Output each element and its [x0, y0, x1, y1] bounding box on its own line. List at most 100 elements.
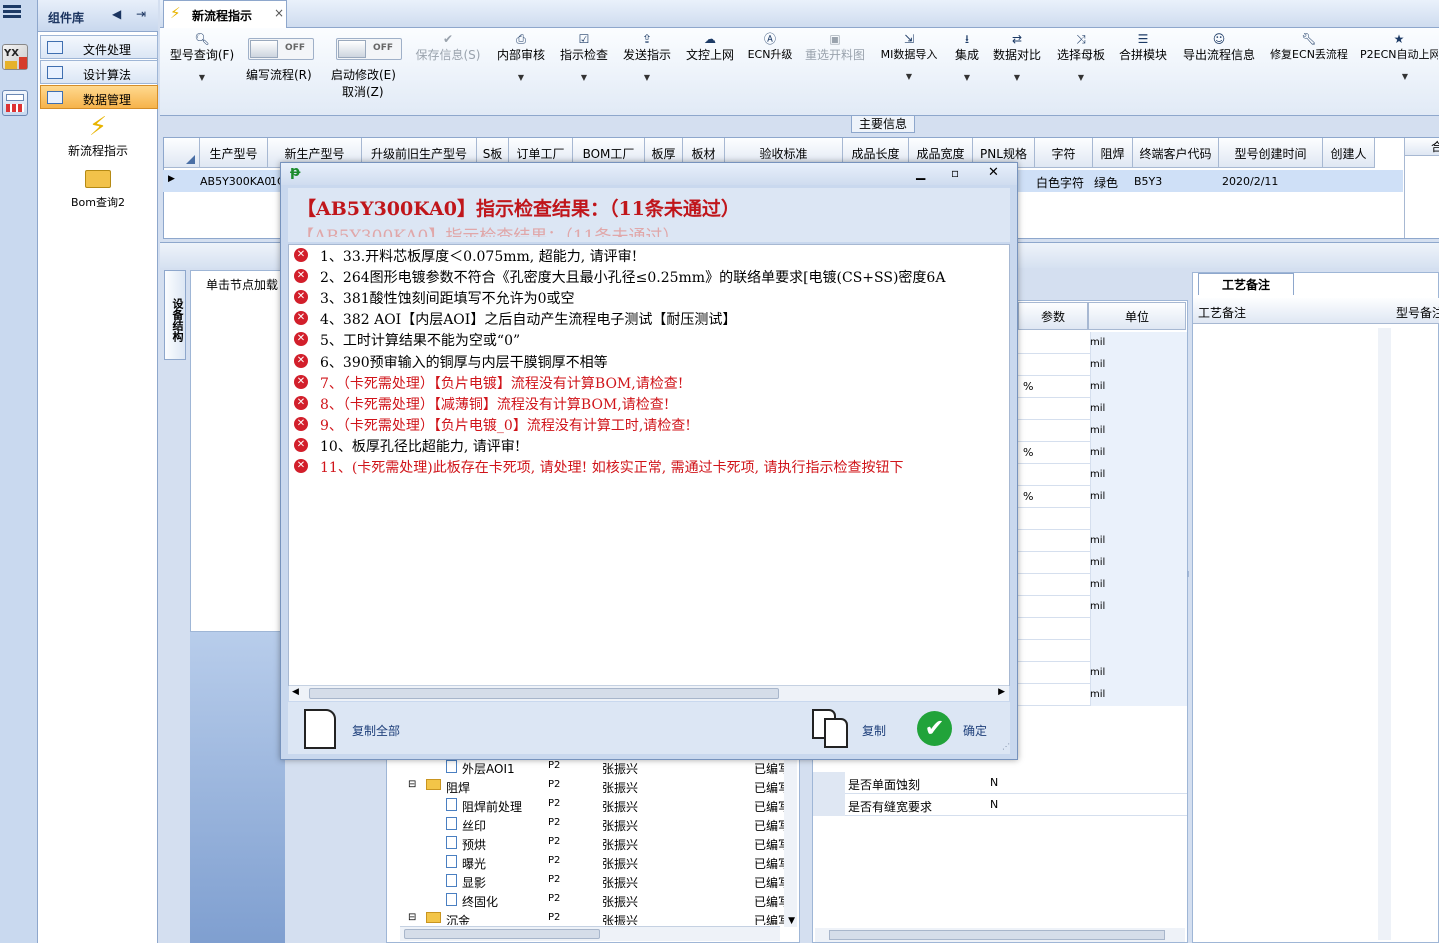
nav-item-design[interactable]: 设计算法	[40, 60, 158, 84]
col-header[interactable]: 终端客户代码	[1133, 138, 1219, 168]
hamburger-menu-icon[interactable]	[3, 5, 21, 19]
chevron-down-icon[interactable]: ▼	[620, 73, 674, 82]
tree-row[interactable]: 外层AOI1 P2 张振兴 已编写	[390, 759, 790, 778]
main-info-tab[interactable]: 主要信息	[851, 115, 915, 133]
col-header[interactable]: 阻焊	[1093, 138, 1133, 168]
notes-vscroll[interactable]	[1378, 328, 1391, 940]
cell-legend[interactable]: 白色字符	[1036, 174, 1084, 191]
chevron-down-icon[interactable]: ▼	[990, 73, 1044, 82]
collapse-left-icon[interactable]: ◀	[112, 7, 121, 21]
tree-toggle-icon[interactable]: ⊟	[408, 779, 416, 790]
col-header-process-note[interactable]: 工艺备注	[1198, 304, 1246, 321]
minimize-icon[interactable]: ▁	[916, 166, 925, 180]
cell-solder-mask[interactable]: 绿色	[1094, 174, 1118, 191]
save-info-button[interactable]: ✔ 保存信息(S)	[414, 32, 482, 63]
chevron-down-icon[interactable]: ▼	[876, 72, 942, 81]
splitter-handle-icon[interactable]: ⁝	[1187, 570, 1190, 579]
export-flow-button[interactable]: ☺ 导出流程信息	[1180, 32, 1258, 63]
chevron-down-icon[interactable]: ▼	[1360, 72, 1438, 81]
model-query-button[interactable]: 🔍︎ 型号查询(F) ▼	[168, 32, 236, 82]
tree-toggle-icon[interactable]: ⊟	[408, 912, 416, 923]
result-item[interactable]: ✕ 9、（卡死需处理）【负片电镀_0】流程没有计算工时,请检查!	[292, 414, 1008, 435]
select-motherboard-button[interactable]: ⤨ 选择母板 ▼	[1054, 32, 1108, 82]
tree-row[interactable]: 曝光 P2 张振兴 已编写	[390, 854, 790, 873]
col-header-param[interactable]: 参数	[1018, 302, 1088, 330]
chevron-down-icon[interactable]: ▼	[556, 73, 612, 82]
col-header-unit[interactable]: 单位	[1088, 302, 1186, 330]
cell-model[interactable]: AB5Y300KA0	[200, 175, 271, 188]
scroll-thumb[interactable]	[404, 929, 600, 939]
tree-row[interactable]: 阻焊前处理 P2 张振兴 已编写	[390, 797, 790, 816]
col-header[interactable]: 生产型号	[200, 138, 268, 168]
dialog-title-bar[interactable]	[281, 163, 1017, 185]
ecn-upgrade-button[interactable]: Ⓐ ECN升级	[744, 32, 796, 62]
calculator-icon[interactable]	[2, 90, 28, 116]
tree-row[interactable]: 显影 P2 张振兴 已编写	[390, 873, 790, 892]
data-compare-button[interactable]: ⇄ 数据对比 ▼	[990, 32, 1044, 82]
enable-edit-toggle[interactable]: OFF	[336, 38, 402, 60]
chevron-down-icon[interactable]: ▼	[950, 73, 984, 82]
result-item[interactable]: ✕ 7、（卡死需处理）【负片电镀】流程没有计算BOM,请检查!	[292, 372, 1008, 393]
shortcut-bom-query[interactable]: Bom查询2	[50, 170, 146, 216]
chevron-down-icon[interactable]: ▼	[168, 73, 236, 82]
integration-button[interactable]: ⭳ 集成 ▼	[950, 32, 984, 82]
tree-row[interactable]: 预烘 P2 张振兴 已编写	[390, 835, 790, 854]
merge-module-button[interactable]: ☰ 合拼模块	[1116, 32, 1170, 63]
ok-button[interactable]: ✔ 确定	[914, 708, 994, 752]
doc-control-online-button[interactable]: ☁ 文控上网	[682, 32, 738, 63]
nav-item-data[interactable]: 数据管理	[40, 85, 158, 109]
fix-ecn-flow-button[interactable]: 🔧︎ 修复ECN丢流程	[1266, 32, 1352, 62]
col-header-model-note[interactable]: 型号备注	[1396, 304, 1439, 321]
result-item[interactable]: ✕ 4、382 AOI【内层AOI】之后自动产生流程电子测试【耐压测试】	[292, 308, 1008, 329]
tree-row[interactable]: 终固化 P2 张振兴 已编写	[390, 892, 790, 911]
param-row[interactable]: 是否有缝宽要求 N	[813, 794, 1187, 816]
chevron-down-icon[interactable]: ▼	[1054, 73, 1108, 82]
col-header[interactable]: 创建人	[1323, 138, 1375, 168]
chevron-down-icon[interactable]: ▼	[494, 73, 548, 82]
result-item[interactable]: ✕ 5、工时计算结果不能为空或“0”	[292, 329, 1008, 350]
instruction-check-button[interactable]: ☑ 指示检查 ▼	[556, 32, 612, 82]
cancel-edit-button[interactable]: 取消(Z)	[342, 83, 384, 100]
tree-row[interactable]: ⊟ 阻焊 P2 张振兴 已编写	[390, 778, 790, 797]
send-instruction-button[interactable]: ⇪ 发送指示 ▼	[620, 32, 674, 82]
p2ecn-auto-online-button[interactable]: ★ P2ECN自动上网 ▼	[1360, 32, 1438, 81]
resize-grip-icon[interactable]: ⋰	[1002, 742, 1010, 751]
scroll-thumb[interactable]	[309, 688, 779, 699]
result-item[interactable]: ✕ 2、264图形电镀参数不符合《孔密度大且最小孔径≤0.25mm》的联络单要求[…	[292, 266, 1008, 287]
col-header[interactable]: 型号创建时间	[1219, 138, 1323, 168]
internal-review-button[interactable]: ⎙ 内部审核 ▼	[494, 32, 548, 82]
app-logo-icon[interactable]: YX	[2, 44, 28, 70]
param-hscroll[interactable]	[815, 928, 1185, 942]
maximize-icon[interactable]: ▫	[951, 166, 959, 180]
result-item[interactable]: ✕ 10、板厚孔径比超能力, 请评审!	[292, 435, 1008, 456]
close-icon[interactable]: ✕	[988, 165, 999, 180]
tab-process-notes[interactable]: 工艺备注	[1198, 273, 1294, 295]
tree-hscroll[interactable]	[400, 926, 780, 941]
scroll-left-icon[interactable]: ◀	[292, 687, 299, 697]
col-header[interactable]: 字符	[1035, 138, 1093, 168]
tab-device-structure[interactable]: 设备结构	[164, 270, 186, 360]
cell-created-time[interactable]: 2020/2/11	[1222, 175, 1278, 188]
shortcut-new-flow[interactable]: ⚡ 新流程指示	[50, 112, 146, 162]
param-row[interactable]: 是否单面蚀刻 N	[813, 772, 1187, 794]
copy-button[interactable]: 复制	[808, 706, 890, 752]
tree-row[interactable]: ⊟ 沉金 P2 张振兴 已编写	[390, 911, 790, 925]
result-item[interactable]: ✕ 8、（卡死需处理）【减薄铜】流程没有计算BOM,请检查!	[292, 393, 1008, 414]
result-item[interactable]: ✕ 11、(卡死需处理)此板存在卡死项, 请处理! 如核实正常, 需通过卡死项, …	[292, 456, 1008, 477]
scroll-thumb[interactable]	[829, 930, 1165, 940]
result-hscroll[interactable]: ◀ ▶	[289, 685, 1009, 701]
tab-new-flow[interactable]: ⚡ 新流程指示 ×	[163, 0, 287, 28]
result-item[interactable]: ✕ 1、33.开料芯板厚度＜0.075mm, 超能力, 请评审!	[292, 245, 1008, 266]
tree-row[interactable]: 丝印 P2 张振兴 已编写	[390, 816, 790, 835]
pin-icon[interactable]: ⇥	[136, 7, 146, 21]
nav-item-file[interactable]: 文件处理	[40, 35, 158, 59]
tab-close-icon[interactable]: ×	[274, 6, 284, 20]
write-flow-toggle[interactable]: OFF	[248, 38, 314, 60]
cell-customer-code[interactable]: B5Y3	[1134, 175, 1162, 188]
reselect-cutting-button[interactable]: ▣ 重选开料图	[802, 32, 868, 63]
result-item[interactable]: ✕ 3、381酸性蚀刻间距填写不允许为0或空	[292, 287, 1008, 308]
scroll-right-icon[interactable]: ▶	[998, 687, 1005, 697]
mi-data-import-button[interactable]: ⇲ MI数据导入 ▼	[876, 32, 942, 81]
grid-corner[interactable]	[164, 138, 200, 168]
copy-all-button[interactable]: 复制全部	[300, 706, 410, 752]
